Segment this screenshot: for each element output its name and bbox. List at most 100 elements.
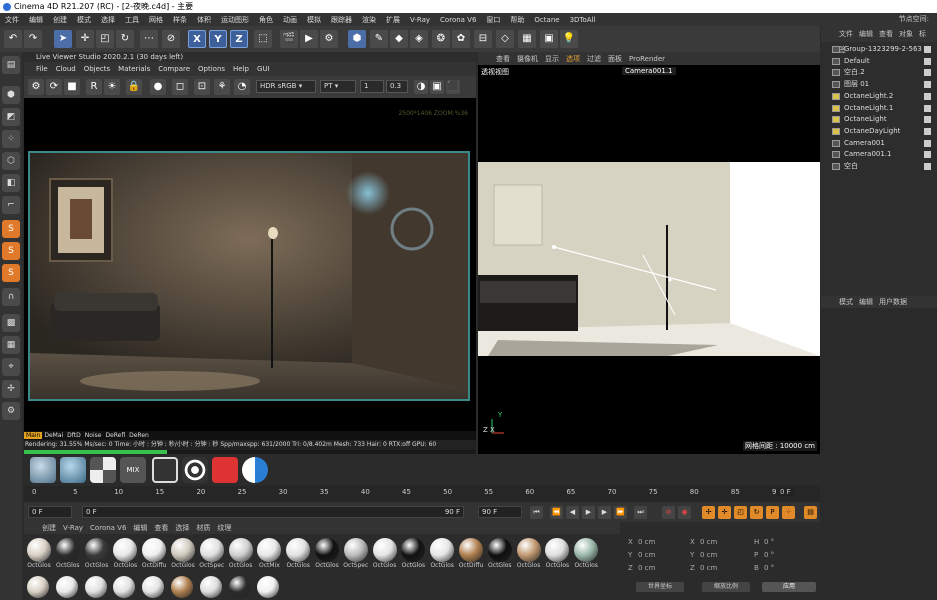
layer-field[interactable]: 1 bbox=[360, 80, 384, 93]
octane-camera-icon[interactable] bbox=[212, 457, 238, 483]
goto-start-icon[interactable]: ⏮ bbox=[530, 506, 543, 519]
material-swatch[interactable]: OctGlos bbox=[84, 538, 110, 569]
y-axis-lock-button[interactable]: Y bbox=[209, 30, 227, 48]
daylight-icon[interactable] bbox=[242, 457, 268, 483]
edges-mode-icon[interactable]: ⬡ bbox=[2, 152, 20, 170]
coordinate-value-field[interactable]: 0 ° bbox=[764, 551, 774, 559]
material-swatch[interactable]: OctSpec bbox=[343, 538, 369, 569]
prev-frame-icon[interactable]: ◀ bbox=[566, 506, 579, 519]
live-viewer-menu-item[interactable]: Cloud bbox=[56, 65, 76, 73]
material-swatch[interactable]: OctSpec bbox=[199, 538, 225, 569]
visibility-check-icon[interactable] bbox=[924, 46, 931, 53]
camera-snap-icon[interactable]: ▣ bbox=[430, 80, 444, 94]
play-icon[interactable]: ▶ bbox=[582, 506, 595, 519]
visibility-check-icon[interactable] bbox=[924, 69, 931, 77]
record-disabled-icon[interactable]: ⊘ bbox=[662, 506, 675, 519]
live-viewer-menu-item[interactable]: Materials bbox=[118, 65, 150, 73]
visibility-check-icon[interactable] bbox=[924, 163, 931, 170]
material-swatch[interactable]: OctMix bbox=[256, 538, 282, 569]
recent-tool-icon[interactable]: ⋯ bbox=[140, 30, 158, 48]
material-swatch[interactable] bbox=[113, 576, 136, 598]
material-swatch[interactable] bbox=[171, 576, 193, 598]
current-frame-field[interactable]: 0 F bbox=[776, 488, 795, 496]
goto-end-icon[interactable]: ⏭ bbox=[634, 506, 647, 519]
visibility-check-icon[interactable] bbox=[924, 151, 931, 159]
tonemap-select[interactable]: HDR sRGB ▾ bbox=[256, 80, 316, 93]
field-icon[interactable]: ❂ bbox=[432, 30, 450, 48]
keyframe-position-icon[interactable]: ✢ bbox=[702, 506, 715, 519]
apply-button[interactable]: 应用 bbox=[762, 582, 816, 592]
object-row[interactable]: OctaneLight bbox=[821, 114, 937, 125]
render-settings-icon[interactable]: ⚙ bbox=[320, 30, 338, 48]
material-tab[interactable]: Corona V6 bbox=[90, 524, 126, 532]
channel-tab[interactable]: DeRen bbox=[127, 432, 151, 439]
undo-icon[interactable]: ↶ bbox=[4, 30, 22, 48]
active-camera-label[interactable]: Camera001.1 bbox=[622, 67, 676, 75]
object-picker-icon[interactable]: ◻ bbox=[172, 79, 188, 95]
visibility-check-icon[interactable] bbox=[924, 127, 931, 135]
live-viewer-menu-item[interactable]: Help bbox=[233, 65, 249, 73]
object-manager-tab[interactable]: 查看 bbox=[879, 30, 893, 38]
lock-workplane-icon[interactable]: ⌖ bbox=[2, 358, 20, 376]
material-swatch[interactable]: OctGlos bbox=[429, 538, 455, 569]
make-editable-icon[interactable]: ▤ bbox=[2, 56, 20, 74]
deformer-icon[interactable]: ◈ bbox=[410, 30, 428, 48]
coordinate-value-field[interactable]: 0 cm bbox=[700, 564, 717, 572]
object-row[interactable]: 图层 01 bbox=[821, 79, 937, 90]
material-swatch[interactable] bbox=[199, 576, 222, 598]
coordinate-value-field[interactable]: 0 cm bbox=[638, 564, 655, 572]
material-tab[interactable]: 选择 bbox=[175, 524, 189, 532]
material-swatch[interactable] bbox=[228, 576, 251, 598]
material-swatch[interactable]: OctGlos bbox=[516, 538, 542, 569]
material-tab[interactable]: 查看 bbox=[154, 524, 168, 532]
frame-range-slider[interactable]: 0 F 90 F bbox=[82, 506, 464, 518]
object-manager-tab[interactable]: 文件 bbox=[839, 30, 853, 38]
coordinate-value-field[interactable]: 0 cm bbox=[638, 551, 655, 559]
world-coordinate-icon[interactable]: ⬚ bbox=[254, 30, 272, 48]
material-tab[interactable]: V-Ray bbox=[63, 524, 83, 532]
object-row[interactable]: Camera001.1 bbox=[821, 149, 937, 160]
material-swatch[interactable] bbox=[257, 576, 280, 598]
visibility-check-icon[interactable] bbox=[924, 139, 931, 147]
viewport-menu-item[interactable]: ProRender bbox=[629, 55, 665, 63]
perspective-viewport[interactable]: 透视视图 Camera001.1 Y Z X 网格间距 : 10000 cm bbox=[478, 65, 820, 454]
end-frame-field[interactable]: 90 F bbox=[478, 506, 522, 518]
material-swatch[interactable] bbox=[27, 576, 49, 598]
model-mode-icon[interactable]: ⬢ bbox=[2, 86, 20, 104]
object-row[interactable]: OctaneLight.1 bbox=[821, 103, 937, 114]
live-viewer-render-area[interactable]: 2500*1406 ZOOM:%36 bbox=[24, 98, 476, 431]
viewport-menu-item[interactable]: 显示 bbox=[545, 55, 559, 63]
clay-mode-icon[interactable]: ◔ bbox=[234, 79, 250, 95]
z-axis-lock-button[interactable]: Z bbox=[230, 30, 248, 48]
next-key-icon[interactable]: ⏩ bbox=[614, 506, 627, 519]
material-tab[interactable]: 材质 bbox=[196, 524, 210, 532]
material-swatch[interactable]: OctGlos bbox=[544, 538, 570, 569]
channel-tab[interactable]: Noise bbox=[83, 432, 104, 439]
object-row[interactable]: Default bbox=[821, 56, 937, 67]
mograph-cloner-icon[interactable]: ✿ bbox=[452, 30, 470, 48]
scale-icon[interactable]: ◰ bbox=[96, 30, 114, 48]
live-viewer-menu-item[interactable]: Options bbox=[198, 65, 225, 73]
environment-icon[interactable]: ◇ bbox=[496, 30, 514, 48]
material-swatch[interactable]: OctDiffu bbox=[458, 538, 484, 569]
axis-gizmo-icon[interactable]: ✢ bbox=[2, 380, 20, 398]
subdivision-icon[interactable]: ◆ bbox=[390, 30, 408, 48]
glossy-material-icon[interactable] bbox=[30, 457, 56, 483]
channel-tab[interactable]: DeRefl bbox=[103, 432, 127, 439]
visibility-check-icon[interactable] bbox=[924, 57, 931, 65]
prev-key-icon[interactable]: ⏪ bbox=[550, 506, 563, 519]
texture-mode-icon[interactable]: ◩ bbox=[2, 108, 20, 126]
points-mode-icon[interactable]: ⁘ bbox=[2, 130, 20, 148]
move-icon[interactable]: ✛ bbox=[76, 30, 94, 48]
coordinate-value-field[interactable]: 0 ° bbox=[764, 564, 774, 572]
material-swatch[interactable]: OctGlos bbox=[573, 538, 599, 569]
coordinate-value-field[interactable]: 0 cm bbox=[700, 538, 717, 546]
floor-icon[interactable]: ▦ bbox=[518, 30, 536, 48]
material-swatch[interactable]: OctGlos bbox=[170, 538, 196, 569]
sun-icon[interactable]: ☀ bbox=[104, 79, 120, 95]
select-arrow-icon[interactable]: ➤ bbox=[54, 30, 72, 48]
material-tab[interactable]: 纹理 bbox=[217, 524, 231, 532]
material-swatch[interactable]: OctGlos bbox=[400, 538, 426, 569]
x-axis-lock-button[interactable]: X bbox=[188, 30, 206, 48]
start-frame-field[interactable]: 0 F bbox=[28, 506, 72, 518]
